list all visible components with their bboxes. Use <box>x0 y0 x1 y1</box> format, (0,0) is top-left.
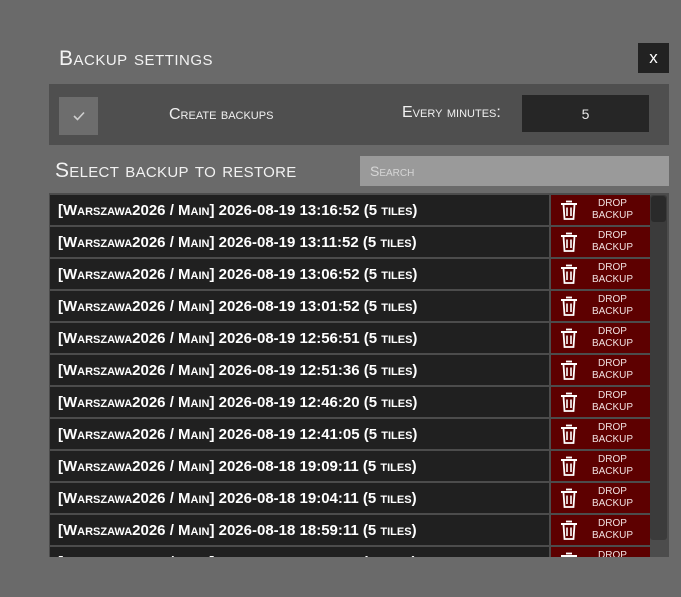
drop-label-line2: BACKUP <box>591 402 634 413</box>
drop-backup-label: DROPBACKUP <box>581 390 644 414</box>
backup-entry[interactable]: [Warszawa2026 / Main] 2026-08-18 18:59:1… <box>50 515 549 545</box>
drop-label-line2: BACKUP <box>591 338 634 349</box>
table-row: [Warszawa2026 / Main] 2026-08-18 18:59:1… <box>50 515 650 545</box>
drop-backup-label: DROPBACKUP <box>581 454 644 478</box>
restore-section-label: Select backup to restore <box>55 159 297 182</box>
drop-label-line1: DROP <box>598 454 627 465</box>
drop-label-line1: DROP <box>598 294 627 305</box>
trash-icon <box>561 424 577 444</box>
drop-label-line2: BACKUP <box>591 274 634 285</box>
trash-icon <box>561 328 577 348</box>
backup-entry[interactable]: [Warszawa2026 / Main] 2026-08-19 13:16:5… <box>50 195 549 225</box>
drop-label-line2: BACKUP <box>591 466 634 477</box>
drop-backup-label: DROPBACKUP <box>581 230 644 254</box>
drop-backup-label: DROPBACKUP <box>581 550 644 557</box>
drop-label-line1: DROP <box>598 518 627 529</box>
drop-label-line2: BACKUP <box>591 306 634 317</box>
table-row: [Warszawa2026 / Main] 2026-08-19 12:41:0… <box>50 419 650 449</box>
drop-backup-label: DROPBACKUP <box>581 486 644 510</box>
every-minutes-input[interactable]: 5 <box>522 95 649 132</box>
table-row: [Warszawa2026 / Main] 2026-08-19 13:16:5… <box>50 195 650 225</box>
drop-label-line1: DROP <box>598 326 627 337</box>
trash-icon <box>561 488 577 508</box>
scrollbar[interactable] <box>650 195 667 540</box>
drop-label-line1: DROP <box>598 486 627 497</box>
settings-bar: Create backups Every minutes: 5 <box>49 84 669 145</box>
trash-icon <box>561 232 577 252</box>
trash-icon <box>561 360 577 380</box>
scrollbar-thumb[interactable] <box>651 196 666 222</box>
drop-label-line1: DROP <box>598 358 627 369</box>
drop-label-line2: BACKUP <box>591 210 634 221</box>
drop-label-line1: DROP <box>598 230 627 241</box>
backup-entry[interactable]: [Warszawa2026 / Main] 2026-08-19 12:56:5… <box>50 323 549 353</box>
table-row: [Warszawa2026 / Main] 2026-08-19 12:51:3… <box>50 355 650 385</box>
table-row: [Warszawa2026 / Main] 2026-08-19 13:01:5… <box>50 291 650 321</box>
drop-backup-button[interactable]: DROPBACKUP <box>551 419 650 449</box>
create-backups-label: Create backups <box>169 106 274 123</box>
drop-backup-button[interactable]: DROPBACKUP <box>551 355 650 385</box>
drop-label-line2: BACKUP <box>591 242 634 253</box>
drop-backup-button[interactable]: DROPBACKUP <box>551 259 650 289</box>
table-row: [Warszawa2026 / Main] 2026-08-19 12:46:2… <box>50 387 650 417</box>
drop-backup-button[interactable]: DROPBACKUP <box>551 483 650 513</box>
drop-backup-button[interactable]: DROPBACKUP <box>551 515 650 545</box>
drop-backup-button[interactable]: DROPBACKUP <box>551 451 650 481</box>
table-row: [Warszawa2026 / Main] 2026-08-18 19:04:1… <box>50 483 650 513</box>
drop-backup-label: DROPBACKUP <box>581 262 644 286</box>
drop-backup-label: DROPBACKUP <box>581 198 644 222</box>
drop-backup-button[interactable]: DROPBACKUP <box>551 291 650 321</box>
table-row: [Warszawa2026 / Main] 2026-08-19 13:11:5… <box>50 227 650 257</box>
drop-backup-button[interactable]: DROPBACKUP <box>551 227 650 257</box>
trash-icon <box>561 200 577 220</box>
drop-label-line1: DROP <box>598 550 627 557</box>
every-minutes-label: Every minutes: <box>402 104 501 121</box>
backup-list: [Warszawa2026 / Main] 2026-08-19 13:16:5… <box>49 193 669 557</box>
backup-entry[interactable]: [Warszawa2026 / Main] 2026-08-19 13:01:5… <box>50 291 549 321</box>
search-input[interactable]: Search <box>360 156 669 186</box>
drop-backup-button[interactable]: DROPBACKUP <box>551 387 650 417</box>
trash-icon <box>561 392 577 412</box>
dialog-title: Backup settings <box>59 47 214 70</box>
backup-entry[interactable]: [Warszawa2026 / Main] 2026-08-19 12:46:2… <box>50 387 549 417</box>
backup-entry[interactable]: [Warszawa2026 / Main] 2026-08-18 19:09:1… <box>50 451 549 481</box>
drop-label-line1: DROP <box>598 198 627 209</box>
drop-backup-button[interactable]: DROPBACKUP <box>551 547 650 557</box>
drop-label-line2: BACKUP <box>591 530 634 541</box>
create-backups-checkbox[interactable] <box>59 97 98 135</box>
close-button[interactable]: x <box>638 43 669 73</box>
drop-label-line2: BACKUP <box>591 434 634 445</box>
backup-entry[interactable]: [Warszawa2026 / Main] 2026-08-19 12:51:3… <box>50 355 549 385</box>
trash-icon <box>561 520 577 540</box>
trash-icon <box>561 264 577 284</box>
trash-icon <box>561 296 577 316</box>
trash-icon <box>561 456 577 476</box>
drop-label-line2: BACKUP <box>591 370 634 381</box>
table-row: [Warszawa2026 / Main] 2026-08-18 19:09:1… <box>50 451 650 481</box>
table-row: [Warszawa2026 / Main] 2026-08-19 13:06:5… <box>50 259 650 289</box>
table-row: [Warszawa2026 / Main] 2026-08-18 18:54:1… <box>50 547 650 557</box>
drop-label-line1: DROP <box>598 422 627 433</box>
checkmark-icon <box>72 111 85 121</box>
drop-backup-label: DROPBACKUP <box>581 518 644 542</box>
drop-backup-button[interactable]: DROPBACKUP <box>551 323 650 353</box>
drop-backup-label: DROPBACKUP <box>581 358 644 382</box>
drop-backup-label: DROPBACKUP <box>581 326 644 350</box>
backup-entry[interactable]: [Warszawa2026 / Main] 2026-08-19 13:06:5… <box>50 259 549 289</box>
backup-entry[interactable]: [Warszawa2026 / Main] 2026-08-18 18:54:1… <box>50 547 549 557</box>
drop-backup-label: DROPBACKUP <box>581 294 644 318</box>
drop-label-line1: DROP <box>598 390 627 401</box>
backup-entry[interactable]: [Warszawa2026 / Main] 2026-08-18 19:04:1… <box>50 483 549 513</box>
table-row: [Warszawa2026 / Main] 2026-08-19 12:56:5… <box>50 323 650 353</box>
drop-label-line1: DROP <box>598 262 627 273</box>
drop-backup-label: DROPBACKUP <box>581 422 644 446</box>
drop-label-line2: BACKUP <box>591 498 634 509</box>
trash-icon <box>561 552 577 557</box>
backup-entry[interactable]: [Warszawa2026 / Main] 2026-08-19 12:41:0… <box>50 419 549 449</box>
backup-entry[interactable]: [Warszawa2026 / Main] 2026-08-19 13:11:5… <box>50 227 549 257</box>
drop-backup-button[interactable]: DROPBACKUP <box>551 195 650 225</box>
